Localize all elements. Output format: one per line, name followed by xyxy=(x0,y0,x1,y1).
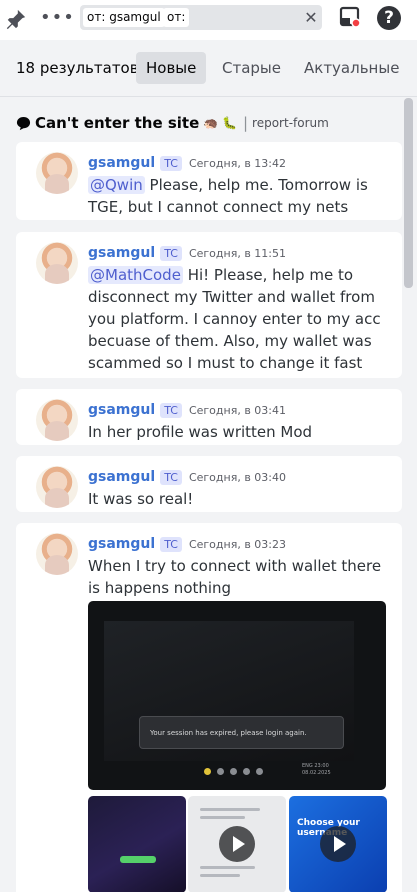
op-badge: TC xyxy=(160,402,182,418)
author-name[interactable]: gsamgul xyxy=(88,536,155,552)
search-results-header: 18 результатов Новые Старые Актуальные xyxy=(0,40,417,97)
message-header: gsamgul TC Сегодня, в 13:42 xyxy=(88,154,286,172)
search-result-message[interactable]: gsamgul TC Сегодня, в 03:40 It was so re… xyxy=(16,456,402,512)
message-header: gsamgul TC Сегодня, в 03:40 xyxy=(88,468,286,486)
separator: | xyxy=(242,114,249,132)
author-name[interactable]: gsamgul xyxy=(88,402,155,418)
author-name[interactable]: gsamgul xyxy=(88,245,155,261)
clear-search-icon[interactable]: ✕ xyxy=(302,7,320,28)
search-result-message[interactable]: gsamgul TC Сегодня, в 03:23 When I try t… xyxy=(16,523,402,892)
user-mention[interactable]: @MathCode xyxy=(88,266,183,284)
author-name[interactable]: gsamgul xyxy=(88,469,155,485)
filter-prefix-2: от: xyxy=(167,10,186,24)
photo-lang: ENG xyxy=(302,763,313,769)
attachment-video-1[interactable] xyxy=(88,796,186,892)
photo-toast-text: Your session has expired, please login a… xyxy=(139,716,344,749)
search-filter-chip[interactable]: от: gsamgul xyxy=(83,8,165,27)
timestamp: Сегодня, в 11:51 xyxy=(188,246,286,260)
play-icon[interactable] xyxy=(320,826,356,862)
filter-prefix: от: xyxy=(87,10,106,24)
photo-taskbar xyxy=(204,766,354,776)
thumb-button-shape xyxy=(120,856,156,863)
search-result-message[interactable]: gsamgul TC Сегодня, в 11:51 @MathCode Hi… xyxy=(16,232,402,378)
pin-icon[interactable] xyxy=(5,8,27,30)
thread-title[interactable]: Can't enter the site xyxy=(35,114,199,132)
op-badge: TC xyxy=(160,155,182,171)
timestamp: Сегодня, в 13:42 xyxy=(188,156,286,170)
op-badge: TC xyxy=(160,245,182,261)
search-filter-chip-empty[interactable]: от: xyxy=(163,8,190,27)
message-text: @Qwin Please, help me. Tomorrow is TGE, … xyxy=(88,174,388,218)
avatar[interactable] xyxy=(36,533,78,575)
top-bar: ••• от: gsamgul от: ✕ ? xyxy=(0,0,417,40)
help-icon[interactable]: ? xyxy=(377,6,401,30)
results-count: 18 результатов xyxy=(16,59,139,77)
attachment-video-2[interactable] xyxy=(188,796,286,892)
thread-icon xyxy=(16,116,31,130)
message-body: When I try to connect with wallet there … xyxy=(88,557,382,597)
message-header: gsamgul TC Сегодня, в 03:41 xyxy=(88,401,286,419)
timestamp: Сегодня, в 03:40 xyxy=(188,470,286,484)
timestamp: Сегодня, в 03:23 xyxy=(188,537,286,551)
filter-user: gsamgul xyxy=(109,10,161,24)
author-name[interactable]: gsamgul xyxy=(88,155,155,171)
photo-time: 23:00 xyxy=(314,763,329,769)
search-result-message[interactable]: gsamgul TC Сегодня, в 13:42 @Qwin Please… xyxy=(16,142,402,220)
message-header: gsamgul TC Сегодня, в 11:51 xyxy=(88,244,286,262)
play-icon[interactable] xyxy=(219,826,255,862)
inbox-icon[interactable] xyxy=(339,6,361,28)
avatar[interactable] xyxy=(36,399,78,441)
attachment-video-3[interactable]: Choose your username xyxy=(289,796,387,892)
tab-oldest[interactable]: Старые xyxy=(212,52,291,84)
photo-monitor: Your session has expired, please login a… xyxy=(104,621,354,776)
photo-date: 08.02.2025 xyxy=(302,770,331,776)
avatar[interactable] xyxy=(36,152,78,194)
photo-clock: ENG 23:00 08.02.2025 xyxy=(302,763,331,777)
forum-name[interactable]: report-forum xyxy=(252,116,329,130)
tab-newest[interactable]: Новые xyxy=(136,52,207,84)
thread-header[interactable]: Can't enter the site 🦔 🐛 | report-forum xyxy=(16,113,329,133)
tab-relevant[interactable]: Актуальные xyxy=(294,52,409,84)
op-badge: TC xyxy=(160,469,182,485)
op-badge: TC xyxy=(160,536,182,552)
search-result-message[interactable]: gsamgul TC Сегодня, в 03:41 In her profi… xyxy=(16,389,402,445)
message-body: It was so real! xyxy=(88,490,194,508)
thread-emojis: 🦔 🐛 xyxy=(203,116,237,130)
user-mention[interactable]: @Qwin xyxy=(88,176,145,194)
scrollbar[interactable] xyxy=(404,98,413,892)
avatar[interactable] xyxy=(36,466,78,508)
message-text: @MathCode Hi! Please, help me to disconn… xyxy=(88,264,388,374)
search-bar[interactable]: от: gsamgul от: ✕ xyxy=(80,5,322,30)
avatar[interactable] xyxy=(36,242,78,284)
timestamp: Сегодня, в 03:41 xyxy=(188,403,286,417)
message-header: gsamgul TC Сегодня, в 03:23 xyxy=(88,535,286,553)
more-options-icon[interactable]: ••• xyxy=(40,6,74,30)
attachment-photo[interactable]: Your session has expired, please login a… xyxy=(88,601,386,790)
scrollbar-thumb[interactable] xyxy=(404,98,413,288)
message-body: In her profile was written Mod xyxy=(88,423,313,441)
